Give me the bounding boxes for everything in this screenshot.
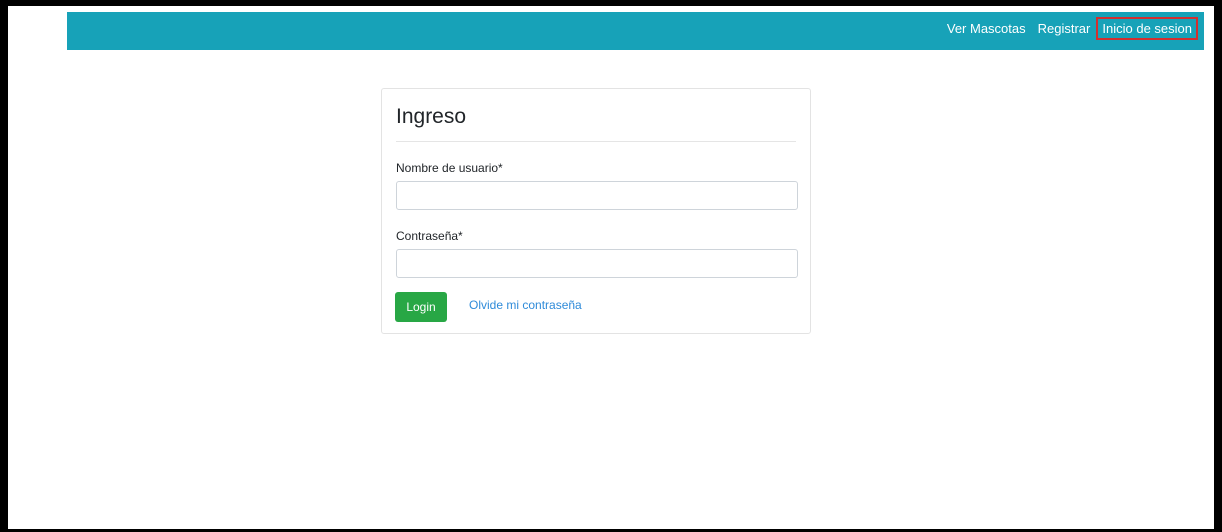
username-label: Nombre de usuario* bbox=[396, 161, 503, 175]
top-navbar: Ver Mascotas Registrar Inicio de sesion bbox=[67, 12, 1204, 50]
login-button[interactable]: Login bbox=[395, 292, 447, 322]
forgot-password-link[interactable]: Olvide mi contraseña bbox=[469, 298, 582, 312]
browser-viewport: Ver Mascotas Registrar Inicio de sesion … bbox=[0, 0, 1222, 532]
login-card: Ingreso Nombre de usuario* Contraseña* L… bbox=[381, 88, 811, 334]
password-input[interactable] bbox=[396, 249, 798, 278]
nav-link-registrar[interactable]: Registrar bbox=[1038, 21, 1091, 36]
login-title: Ingreso bbox=[396, 105, 467, 128]
password-label: Contraseña* bbox=[396, 229, 463, 243]
username-input[interactable] bbox=[396, 181, 798, 210]
nav-link-inicio-de-sesion[interactable]: Inicio de sesion bbox=[1096, 16, 1198, 40]
title-divider bbox=[396, 141, 796, 142]
nav-links: Ver Mascotas Registrar Inicio de sesion bbox=[935, 12, 1198, 44]
nav-link-ver-mascotas[interactable]: Ver Mascotas bbox=[947, 21, 1026, 36]
